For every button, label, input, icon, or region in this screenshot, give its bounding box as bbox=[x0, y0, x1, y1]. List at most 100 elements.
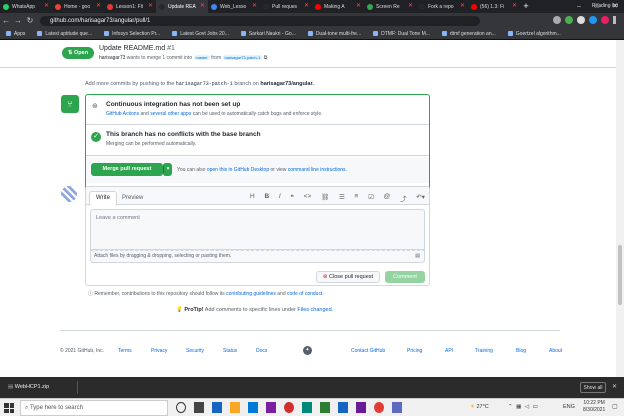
footer-link-docs[interactable]: Docs bbox=[256, 348, 286, 354]
github-actions-link[interactable]: GitHub Actions bbox=[106, 111, 139, 117]
bold-icon[interactable]: B bbox=[264, 193, 269, 203]
tab-close-icon[interactable]: ✕ bbox=[512, 2, 517, 9]
footer-link-status[interactable]: Status bbox=[223, 348, 256, 354]
unordered-list-icon[interactable]: ☰ bbox=[339, 193, 345, 203]
code-of-conduct-link[interactable]: code of conduct. bbox=[287, 291, 324, 297]
head-branch-label[interactable]: harisagar73-patch-1 bbox=[222, 55, 263, 60]
tab-close-icon[interactable]: ✕ bbox=[408, 2, 413, 9]
bookmark-item[interactable]: dtmf generation an... bbox=[441, 31, 496, 37]
footer-link-security[interactable]: Security bbox=[186, 348, 223, 354]
browser-tab[interactable]: Home - goo ✕ bbox=[52, 0, 104, 13]
browser-tab[interactable]: Screen Re ✕ bbox=[364, 0, 416, 13]
code-icon[interactable]: <> bbox=[304, 193, 312, 203]
command-line-link[interactable]: command line instructions. bbox=[288, 167, 347, 173]
bookmark-item[interactable]: Latest aptitude que... bbox=[37, 31, 92, 37]
tab-close-icon[interactable]: ✕ bbox=[96, 2, 101, 9]
bookmark-item[interactable]: Latest Govt Jobs 20... bbox=[172, 31, 229, 37]
browser-tab[interactable]: Update REA ✕ bbox=[156, 0, 208, 13]
quote-icon[interactable]: ❝ bbox=[290, 193, 294, 203]
download-item[interactable]: ▤ WebHCP1.zip bbox=[8, 381, 78, 394]
task-view-icon[interactable] bbox=[194, 402, 204, 413]
bookmark-item[interactable]: Goertzel algorithm... bbox=[507, 31, 561, 37]
tab-preview[interactable]: Preview bbox=[122, 195, 143, 201]
tab-close-icon[interactable]: ✕ bbox=[148, 2, 153, 9]
taskbar-app-icon[interactable] bbox=[302, 402, 312, 413]
back-icon[interactable]: ← bbox=[0, 16, 12, 25]
bookmark-item[interactable]: Apps bbox=[6, 31, 25, 37]
contributing-guidelines-link[interactable]: contributing guidelines bbox=[226, 291, 276, 297]
avatar[interactable] bbox=[61, 186, 77, 202]
language-indicator[interactable]: ENG bbox=[563, 404, 575, 410]
mention-icon[interactable]: @ bbox=[384, 193, 391, 203]
extension-icon[interactable] bbox=[565, 16, 573, 24]
chrome-icon[interactable] bbox=[284, 402, 294, 413]
footer-link-blog[interactable]: Blog bbox=[516, 348, 549, 354]
browser-tab[interactable]: Lesson1: Fli ✕ bbox=[104, 0, 156, 13]
italic-icon[interactable]: I bbox=[279, 193, 281, 203]
taskbar-app-icon[interactable] bbox=[392, 402, 402, 413]
mail-icon[interactable] bbox=[248, 402, 258, 413]
file-explorer-icon[interactable] bbox=[230, 402, 240, 413]
footer-link-terms[interactable]: Terms bbox=[118, 348, 151, 354]
browser-tab[interactable]: Making A ✕ bbox=[312, 0, 364, 13]
bookmark-item[interactable]: Sarkari Naukri - Go... bbox=[240, 31, 296, 37]
footer-link-contact[interactable]: Contact GitHub bbox=[351, 348, 407, 354]
close-pull-request-button[interactable]: ⊗ Close pull request bbox=[316, 271, 380, 283]
browser-tab[interactable]: Web_Lesso ✕ bbox=[208, 0, 260, 13]
new-tab-button[interactable]: + bbox=[520, 0, 532, 13]
reload-icon[interactable]: ↻ bbox=[24, 16, 36, 25]
tab-close-icon[interactable]: ✕ bbox=[252, 2, 257, 9]
battery-icon[interactable]: ▭ bbox=[533, 404, 539, 410]
footer-link-training[interactable]: Training bbox=[475, 348, 516, 354]
ordered-list-icon[interactable]: ≡ bbox=[355, 193, 359, 203]
browser-tab[interactable]: Fork a repo ✕ bbox=[416, 0, 468, 13]
footer-link-api[interactable]: API bbox=[445, 348, 475, 354]
browser-tab[interactable]: (56) 1.3: Fi ✕ bbox=[468, 0, 520, 13]
url-field[interactable]: github.com/harisagar73/angular/pull/1 bbox=[40, 15, 480, 26]
bookmark-item[interactable]: Infosys Selection Pr... bbox=[104, 31, 160, 37]
word-icon[interactable] bbox=[338, 402, 348, 413]
tab-close-icon[interactable]: ✕ bbox=[44, 2, 49, 9]
github-logo-icon[interactable]: ✦ bbox=[303, 346, 312, 355]
bookmark-item[interactable]: DTMF: Dual Tone M... bbox=[373, 31, 430, 37]
minimize-icon[interactable]: – bbox=[570, 0, 588, 13]
volume-icon[interactable]: ◁ bbox=[525, 404, 530, 410]
commits-hint-repo[interactable]: harisagar73/angular. bbox=[260, 81, 314, 87]
reference-icon[interactable]: ⤴ bbox=[400, 193, 407, 203]
clock[interactable]: 10:22 PM 8/30/2021 bbox=[583, 400, 605, 414]
taskbar-app-icon[interactable] bbox=[374, 402, 384, 413]
tab-close-icon[interactable]: ✕ bbox=[356, 2, 361, 9]
copy-icon[interactable]: ⧉ bbox=[264, 55, 268, 61]
heading-icon[interactable]: H bbox=[250, 193, 255, 203]
base-branch-label[interactable]: master bbox=[193, 55, 210, 60]
tab-close-icon[interactable]: ✕ bbox=[200, 2, 205, 9]
scrollbar-thumb[interactable] bbox=[618, 245, 622, 305]
github-desktop-link[interactable]: open this in GitHub Desktop bbox=[207, 167, 269, 173]
cortana-icon[interactable] bbox=[176, 402, 186, 413]
notifications-icon[interactable]: ▢ bbox=[612, 403, 618, 410]
tab-close-icon[interactable]: ✕ bbox=[304, 2, 309, 9]
network-icon[interactable]: ▦ bbox=[516, 404, 522, 410]
extension-icon[interactable] bbox=[553, 16, 561, 24]
windows-start-icon[interactable] bbox=[4, 403, 14, 413]
extension-icon[interactable] bbox=[589, 16, 597, 24]
pr-author[interactable]: harisagar73 bbox=[99, 55, 125, 61]
tray-chevron-icon[interactable]: ⌃ bbox=[508, 404, 514, 410]
merge-dropdown-button[interactable]: ▾ bbox=[163, 163, 172, 176]
weather-widget[interactable]: ☀ 27°C bbox=[470, 404, 489, 410]
comment-button[interactable]: Comment bbox=[385, 271, 425, 283]
merge-pull-request-button[interactable]: Merge pull request bbox=[91, 163, 163, 176]
footer-link-pricing[interactable]: Pricing bbox=[407, 348, 445, 354]
show-all-button[interactable]: Show all bbox=[580, 382, 606, 393]
other-apps-link[interactable]: several other apps bbox=[150, 111, 191, 117]
menu-icon[interactable] bbox=[613, 16, 616, 24]
bookmark-item[interactable]: Dual-tone multi-fre... bbox=[307, 31, 361, 37]
footer-link-privacy[interactable]: Privacy bbox=[151, 348, 186, 354]
browser-tab[interactable]: WhatsApp ✕ bbox=[0, 0, 52, 13]
system-tray-icons[interactable]: ⌃ ▦ ◁ ▭ bbox=[508, 404, 539, 410]
link-icon[interactable]: ⛓ bbox=[321, 193, 329, 203]
attach-files-area[interactable]: Attach files by dragging & dropping, sel… bbox=[90, 250, 425, 263]
forward-icon[interactable]: → bbox=[12, 16, 24, 25]
profile-avatar[interactable] bbox=[601, 16, 609, 24]
taskbar-app-icon[interactable] bbox=[356, 402, 366, 413]
